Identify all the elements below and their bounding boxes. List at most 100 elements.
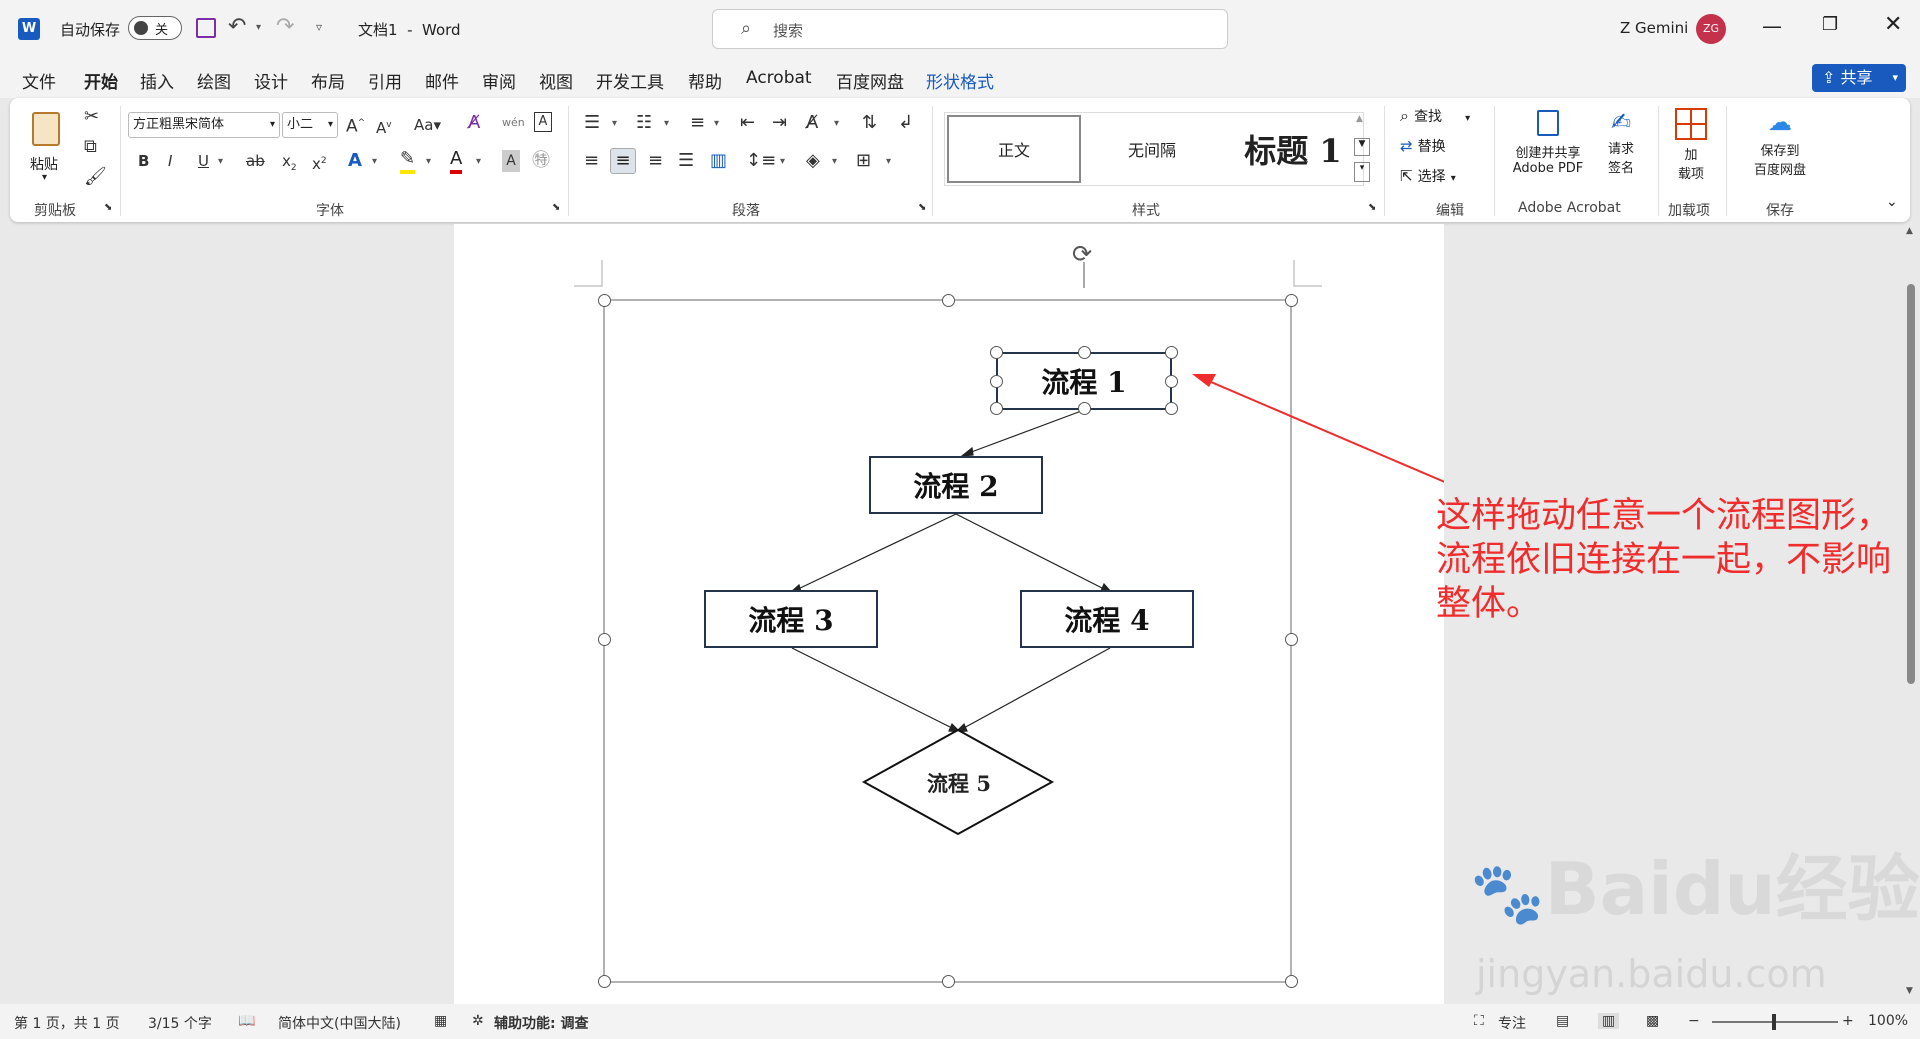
zoom-level[interactable]: 100% [1868, 1013, 1908, 1029]
scroll-thumb[interactable] [1907, 284, 1915, 684]
connector-3-5[interactable] [791, 647, 955, 730]
web-layout-icon[interactable]: ▩ [1646, 1013, 1659, 1029]
clear-formatting-icon[interactable]: A̸ [468, 112, 480, 134]
borders-dropdown-icon[interactable]: ▾ [886, 156, 891, 167]
language-status[interactable]: 简体中文(中国大陆) [278, 1013, 401, 1033]
canvas-handle[interactable] [598, 294, 611, 307]
distributed-icon[interactable]: ▥ [710, 150, 727, 172]
font-launcher-icon[interactable]: ⬊ [552, 202, 560, 213]
word-count[interactable]: 3/15 个字 [148, 1013, 212, 1033]
shape-handle[interactable] [990, 346, 1003, 359]
tab-draw[interactable]: 绘图 [197, 68, 231, 93]
request-sign-button[interactable]: ✍ 请求 签名 [1596, 106, 1646, 196]
italic-icon[interactable]: I [168, 150, 172, 172]
shading-dropdown-icon[interactable]: ▾ [832, 156, 837, 167]
accessibility-status[interactable]: 辅助功能: 调查 [494, 1013, 588, 1033]
bullets-dropdown-icon[interactable]: ▾ [612, 118, 617, 129]
phonetic-guide-icon[interactable]: wén [502, 112, 525, 134]
proofing-icon[interactable]: 📖 [238, 1013, 255, 1029]
styles-launcher-icon[interactable]: ⬊ [1368, 202, 1376, 213]
flow-box-2[interactable]: 流程 2 [869, 456, 1043, 514]
track-changes-icon[interactable]: ▦ [434, 1013, 447, 1029]
borders-icon[interactable]: ⊞ [856, 150, 871, 172]
scroll-down-icon[interactable]: ▼ [1906, 986, 1913, 996]
accessibility-icon[interactable]: ✲ [472, 1013, 484, 1029]
flow-box-3[interactable]: 流程 3 [704, 590, 878, 648]
shape-handle[interactable] [1078, 346, 1091, 359]
canvas-handle[interactable] [1285, 633, 1298, 646]
connector-2-3[interactable] [795, 513, 957, 591]
tab-home[interactable]: 开始 [84, 68, 118, 101]
zoom-in-icon[interactable]: + [1842, 1013, 1854, 1029]
format-painter-icon[interactable]: 🖌 [84, 166, 107, 188]
zoom-out-icon[interactable]: − [1688, 1013, 1700, 1029]
bullets-icon[interactable]: ☰ [584, 112, 600, 134]
underline-icon[interactable]: U [198, 150, 209, 172]
zoom-slider-thumb[interactable] [1772, 1014, 1776, 1030]
connector-1-2[interactable] [965, 409, 1085, 455]
replace-button[interactable]: ⇄ 替换 [1400, 136, 1492, 160]
shape-handle[interactable] [1165, 375, 1178, 388]
multilevel-list-icon[interactable]: ≡ [690, 112, 705, 134]
styles-more-icon[interactable]: ▾ [1354, 162, 1370, 182]
tab-shape-format[interactable]: 形状格式 [926, 68, 994, 93]
tab-view[interactable]: 视图 [539, 68, 573, 93]
style-heading-1[interactable]: 标题 1 [1223, 115, 1363, 183]
minimize-icon[interactable]: — [1762, 14, 1782, 38]
styles-scroll-down-icon[interactable]: ▼ [1354, 138, 1370, 156]
highlight-dropdown-icon[interactable]: ▾ [426, 156, 431, 167]
strikethrough-icon[interactable]: ab [246, 150, 265, 172]
character-shading-icon[interactable]: A [502, 150, 520, 172]
save-to-netdisk-button[interactable]: ☁ 保存到 百度网盘 [1740, 106, 1820, 196]
clipboard-launcher-icon[interactable]: ⬊ [104, 202, 112, 213]
canvas-handle[interactable] [1285, 294, 1298, 307]
show-marks-icon[interactable]: ↲ [898, 112, 913, 134]
align-right-icon[interactable]: ≡ [648, 150, 663, 172]
paragraph-launcher-icon[interactable]: ⬊ [918, 202, 926, 213]
close-icon[interactable]: ✕ [1884, 12, 1902, 37]
line-spacing-icon[interactable]: ↕≡ [746, 150, 776, 172]
page-count[interactable]: 第 1 页，共 1 页 [14, 1013, 120, 1033]
cut-icon[interactable]: ✂ [84, 106, 99, 128]
tab-design[interactable]: 设计 [254, 68, 288, 93]
font-size-select[interactable]: 小二 ▾ [282, 112, 338, 138]
tab-baidu-netdisk[interactable]: 百度网盘 [836, 68, 904, 93]
print-layout-icon[interactable]: ▥ [1598, 1013, 1620, 1029]
addins-button[interactable]: 加 载项 [1666, 106, 1716, 196]
document-page[interactable]: ⟳ 流程 1 流程 2 流程 3 流程 4 流程 5 [454, 224, 1444, 1004]
text-effects-icon[interactable]: A [348, 150, 362, 172]
align-center-button[interactable]: ≡ [610, 148, 636, 174]
font-family-select[interactable]: 方正粗黑宋简体 ▾ [128, 112, 280, 138]
scroll-up-icon[interactable]: ▲ [1906, 226, 1913, 236]
decrease-indent-icon[interactable]: ⇤ [740, 112, 755, 134]
tab-layout[interactable]: 布局 [311, 68, 345, 93]
canvas-handle[interactable] [942, 975, 955, 988]
shrink-font-icon[interactable]: Av [376, 114, 392, 139]
bold-icon[interactable]: B [138, 150, 149, 172]
font-color-icon[interactable]: A [450, 148, 463, 174]
styles-scroll-up-icon[interactable]: ▲ [1356, 114, 1363, 124]
avatar[interactable]: ZG [1696, 14, 1726, 44]
font-color-dropdown-icon[interactable]: ▾ [476, 156, 481, 167]
change-case-icon[interactable]: Aa▾ [414, 114, 441, 136]
canvas-handle[interactable] [598, 633, 611, 646]
create-pdf-button[interactable]: 创建并共享 Adobe PDF [1506, 106, 1590, 196]
collapse-ribbon-icon[interactable]: ⌄ [1886, 194, 1898, 210]
multilevel-dropdown-icon[interactable]: ▾ [714, 118, 719, 129]
increase-indent-icon[interactable]: ⇥ [772, 112, 787, 134]
align-left-icon[interactable]: ≡ [584, 150, 599, 172]
sort-icon[interactable]: ⇅ [862, 112, 877, 134]
restore-icon[interactable]: ❐ [1822, 14, 1838, 35]
paste-button[interactable]: 粘贴 ▾ [28, 108, 68, 188]
flow-box-4[interactable]: 流程 4 [1020, 590, 1194, 648]
select-button[interactable]: ⇱ 选择 ▾ [1400, 166, 1492, 190]
enclose-characters-icon[interactable]: ㊕ [532, 150, 550, 172]
shape-handle[interactable] [1165, 402, 1178, 415]
shape-handle[interactable] [1165, 346, 1178, 359]
search-box[interactable]: ⌕ 搜索 [712, 9, 1228, 49]
connector-4-5[interactable] [961, 647, 1111, 730]
canvas-handle[interactable] [598, 975, 611, 988]
read-mode-icon[interactable]: ▤ [1556, 1013, 1569, 1029]
line-spacing-dropdown-icon[interactable]: ▾ [780, 156, 785, 167]
tab-developer[interactable]: 开发工具 [596, 68, 664, 93]
